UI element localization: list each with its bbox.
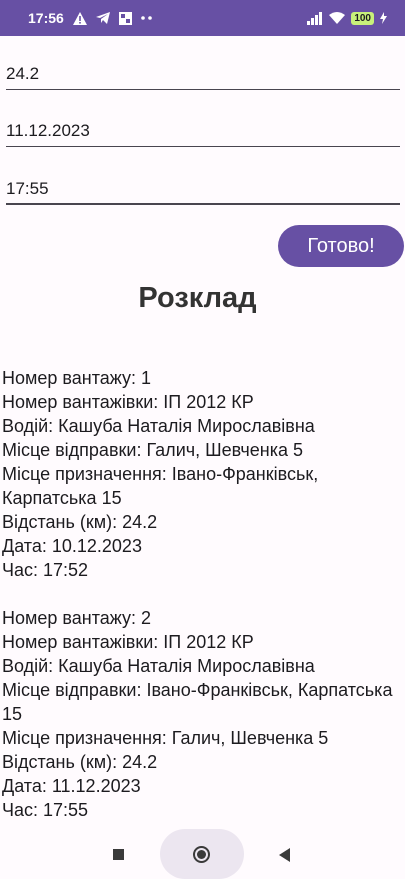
distance-field[interactable]: [6, 46, 400, 90]
date-input[interactable]: [6, 103, 400, 147]
driver-name: Водій: Кашуба Наталія Мирославівна: [2, 656, 315, 676]
stop-square-icon[interactable]: [113, 849, 124, 860]
more-dots-icon: [141, 16, 153, 20]
destination-place: Місце призначення: Галич, Шевченка 5: [2, 728, 329, 748]
trip-date: Дата: 11.12.2023: [2, 776, 141, 796]
schedule-entry: Номер вантажу: 1 Номер вантажівки: ІП 20…: [2, 366, 402, 582]
destination-place: Місце призначення: Івано-Франківськ, Кар…: [2, 464, 319, 508]
clock: 17:56: [28, 10, 64, 26]
distance-km: Відстань (км): 24.2: [2, 512, 158, 532]
cargo-number: Номер вантажу: 1: [2, 368, 152, 388]
schedule-entry: Номер вантажу: 2 Номер вантажівки: ІП 20…: [2, 606, 402, 822]
time-input[interactable]: [6, 161, 400, 205]
status-right: 100: [307, 11, 387, 25]
departure-place: Місце відправки: Івано-Франківськ, Карпа…: [2, 680, 393, 724]
signal-icon: [307, 11, 323, 25]
date-underline: [6, 146, 400, 147]
wifi-icon: [329, 12, 346, 24]
time-field[interactable]: [6, 161, 400, 205]
cargo-number: Номер вантажу: 2: [2, 608, 152, 628]
warning-icon: [72, 11, 87, 25]
trip-time: Час: 17:55: [2, 800, 89, 820]
home-button-icon[interactable]: [193, 846, 210, 863]
trip-date: Дата: 10.12.2023: [2, 536, 142, 556]
done-button[interactable]: Готово!: [278, 225, 404, 267]
battery-indicator: 100: [351, 11, 374, 25]
status-left: 17:56: [28, 10, 153, 26]
truck-number: Номер вантажівки: ІП 2012 КР: [2, 632, 254, 652]
distance-km: Відстань (км): 24.2: [2, 752, 158, 772]
schedule-title: Розклад: [138, 282, 257, 314]
trip-time: Час: 17:52: [2, 560, 89, 580]
back-triangle-icon[interactable]: [279, 848, 290, 862]
time-underline: [6, 203, 400, 205]
distance-input[interactable]: [6, 46, 400, 90]
driver-name: Водій: Кашуба Наталія Мирославівна: [2, 416, 315, 436]
departure-place: Місце відправки: Галич, Шевченка 5: [2, 440, 304, 460]
schedule-list: Номер вантажу: 1 Номер вантажівки: ІП 20…: [2, 366, 402, 829]
gallery-icon: [118, 11, 132, 25]
main-content: Готово! Розклад Номер вантажу: 1 Номер в…: [0, 36, 405, 829]
distance-underline: [6, 89, 400, 90]
navigation-bar: [0, 829, 405, 879]
date-field[interactable]: [6, 103, 400, 147]
status-bar: 17:56 100: [0, 0, 405, 36]
truck-number: Номер вантажівки: ІП 2012 КР: [2, 392, 254, 412]
charging-icon: [380, 12, 387, 24]
telegram-icon: [95, 12, 110, 24]
